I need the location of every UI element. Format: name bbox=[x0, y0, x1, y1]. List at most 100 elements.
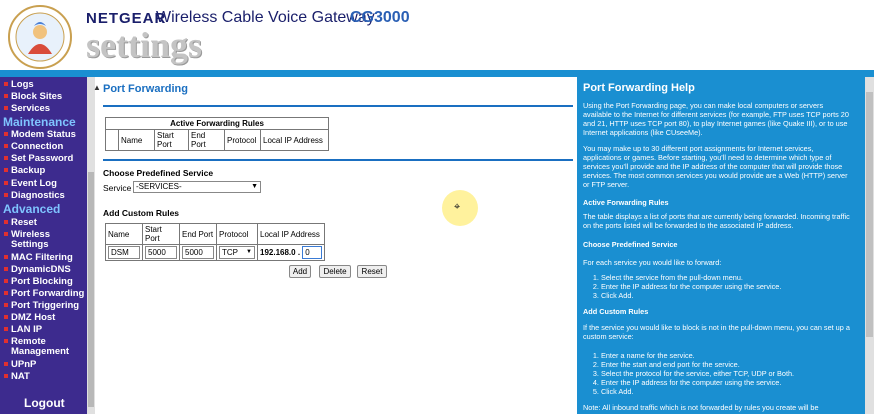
sidebar-item-connection[interactable]: Connection bbox=[4, 142, 63, 152]
bullet-icon bbox=[4, 181, 8, 186]
netgear-logo-icon bbox=[8, 5, 72, 69]
logout-link[interactable]: Logout bbox=[24, 396, 65, 410]
column-header: Name bbox=[105, 223, 143, 245]
list-item: Enter the IP address for the computer us… bbox=[601, 282, 851, 291]
list-item: Select the service from the pull-down me… bbox=[601, 273, 851, 282]
bullet-icon bbox=[4, 339, 8, 344]
sidebar-item-reset[interactable]: Reset bbox=[4, 218, 37, 228]
settings-title: settings bbox=[86, 25, 202, 65]
scrollbar-thumb[interactable] bbox=[866, 92, 873, 337]
scrollbar-thumb[interactable] bbox=[88, 172, 94, 407]
sidebar-item-dmz-host[interactable]: DMZ Host bbox=[4, 313, 55, 323]
reset-button[interactable]: Reset bbox=[357, 265, 387, 278]
section-divider bbox=[103, 105, 573, 107]
list-item: Enter the start and end port for the ser… bbox=[601, 360, 851, 369]
chevron-down-icon: ▼ bbox=[251, 183, 258, 190]
sidebar-item-logs[interactable]: Logs bbox=[4, 80, 34, 90]
bullet-icon bbox=[4, 255, 8, 260]
bullet-icon bbox=[4, 267, 8, 272]
column-header: End Port bbox=[188, 129, 225, 151]
sidebar-item-port-blocking[interactable]: Port Blocking bbox=[4, 277, 73, 287]
sidebar-item-lan-ip[interactable]: LAN IP bbox=[4, 325, 42, 335]
bullet-icon bbox=[4, 279, 8, 284]
cursor-icon: ⌖ bbox=[454, 201, 461, 213]
sidebar-item-upnp[interactable]: UPnP bbox=[4, 360, 36, 370]
sidebar-item-diagnostics[interactable]: Diagnostics bbox=[4, 191, 65, 201]
help-note: Note: All inbound traffic which is not f… bbox=[583, 403, 819, 412]
bullet-icon bbox=[4, 106, 8, 111]
bullet-icon bbox=[4, 94, 8, 99]
sidebar-item-services[interactable]: Services bbox=[4, 104, 50, 114]
bullet-icon bbox=[4, 315, 8, 320]
help-paragraph: The table displays a list of ports that … bbox=[583, 212, 850, 230]
list-item: Select the protocol for the service, eit… bbox=[601, 369, 851, 378]
sidebar-heading-advanced: Advanced bbox=[3, 202, 61, 216]
sidebar-item-mac-filtering[interactable]: MAC Filtering bbox=[4, 253, 73, 263]
name-input[interactable]: DSM bbox=[108, 246, 140, 259]
header: NETGEAR Wireless Cable Voice Gateway CG3… bbox=[0, 0, 874, 72]
help-paragraph: Using the Port Forwarding page, you can … bbox=[583, 101, 849, 137]
sidebar-item-nat[interactable]: NAT bbox=[4, 372, 30, 382]
main-content: ▲ Port Forwarding Active Forwarding Rule… bbox=[93, 77, 577, 414]
sidebar-item-port-forwarding[interactable]: Port Forwarding bbox=[4, 289, 84, 299]
service-label: Service bbox=[103, 183, 132, 193]
end-port-input[interactable]: 5000 bbox=[182, 246, 214, 259]
bullet-icon bbox=[4, 291, 8, 296]
sidebar-item-event-log[interactable]: Event Log bbox=[4, 179, 57, 189]
bullet-icon bbox=[4, 374, 8, 379]
delete-button[interactable]: Delete bbox=[319, 265, 351, 278]
ip-last-octet-input[interactable]: 0 bbox=[302, 246, 323, 259]
help-panel: Port Forwarding Help Using the Port Forw… bbox=[577, 77, 865, 414]
help-paragraph: If the service you would like to block i… bbox=[583, 323, 850, 341]
bullet-icon bbox=[4, 327, 8, 332]
sidebar-item-dynamicdns[interactable]: DynamicDNS bbox=[4, 265, 71, 275]
help-title: Port Forwarding Help bbox=[583, 82, 695, 94]
bullet-icon bbox=[4, 156, 8, 161]
sidebar-item-set-password[interactable]: Set Password bbox=[4, 154, 73, 164]
start-port-input[interactable]: 5000 bbox=[145, 246, 177, 259]
section-divider bbox=[103, 159, 573, 161]
list-item: Click Add. bbox=[601, 291, 851, 300]
bullet-icon bbox=[4, 168, 8, 173]
sidebar-item-backup[interactable]: Backup bbox=[4, 166, 45, 176]
custom-rules-title: Add Custom Rules bbox=[103, 208, 180, 218]
list-item: Click Add. bbox=[601, 387, 851, 396]
chevron-down-icon: ▼ bbox=[246, 249, 252, 255]
protocol-select[interactable]: TCP ▼ bbox=[219, 246, 255, 259]
sidebar-item-port-triggering[interactable]: Port Triggering bbox=[4, 301, 79, 311]
bullet-icon bbox=[4, 362, 8, 367]
bullet-icon bbox=[4, 82, 8, 87]
sidebar-item-remote-management[interactable]: Remote Management bbox=[4, 337, 84, 357]
help-paragraph: For each service you would like to forwa… bbox=[583, 258, 722, 267]
bullet-icon bbox=[4, 232, 8, 237]
column-header: Start Port bbox=[142, 223, 180, 245]
help-list: Enter a name for the service. Enter the … bbox=[601, 351, 851, 396]
column-header: Protocol bbox=[216, 223, 258, 245]
bullet-icon bbox=[4, 193, 8, 198]
add-button[interactable]: Add bbox=[289, 265, 311, 278]
service-select[interactable]: -SERVICES- ▼ bbox=[133, 181, 261, 193]
column-header: Local IP Address bbox=[256, 223, 326, 245]
help-heading: Choose Predefined Service bbox=[583, 240, 678, 249]
sidebar-item-block-sites[interactable]: Block Sites bbox=[4, 92, 62, 102]
column-header: Protocol bbox=[224, 129, 261, 151]
sidebar-item-modem-status[interactable]: Modem Status bbox=[4, 130, 76, 140]
bullet-icon bbox=[4, 220, 8, 225]
column-header: Start Port bbox=[154, 129, 189, 151]
help-heading: Active Forwarding Rules bbox=[583, 198, 669, 207]
sidebar-item-wireless-settings[interactable]: Wireless Settings bbox=[4, 230, 84, 250]
collapse-arrow-icon[interactable]: ▲ bbox=[93, 83, 101, 92]
active-rules-table: Active Forwarding Rules Name Start Port … bbox=[105, 117, 329, 151]
column-header: Name bbox=[118, 129, 155, 151]
main-scrollbar[interactable] bbox=[87, 77, 95, 414]
bullet-icon bbox=[4, 144, 8, 149]
help-scrollbar[interactable] bbox=[865, 77, 874, 414]
help-list: Select the service from the pull-down me… bbox=[601, 273, 851, 300]
predefined-title: Choose Predefined Service bbox=[103, 168, 214, 178]
help-heading: Add Custom Rules bbox=[583, 307, 649, 316]
column-header: End Port bbox=[179, 223, 217, 245]
header-divider bbox=[0, 70, 874, 77]
bullet-icon bbox=[4, 132, 8, 137]
model-name: CG3000 bbox=[350, 9, 410, 26]
column-header bbox=[105, 129, 119, 151]
